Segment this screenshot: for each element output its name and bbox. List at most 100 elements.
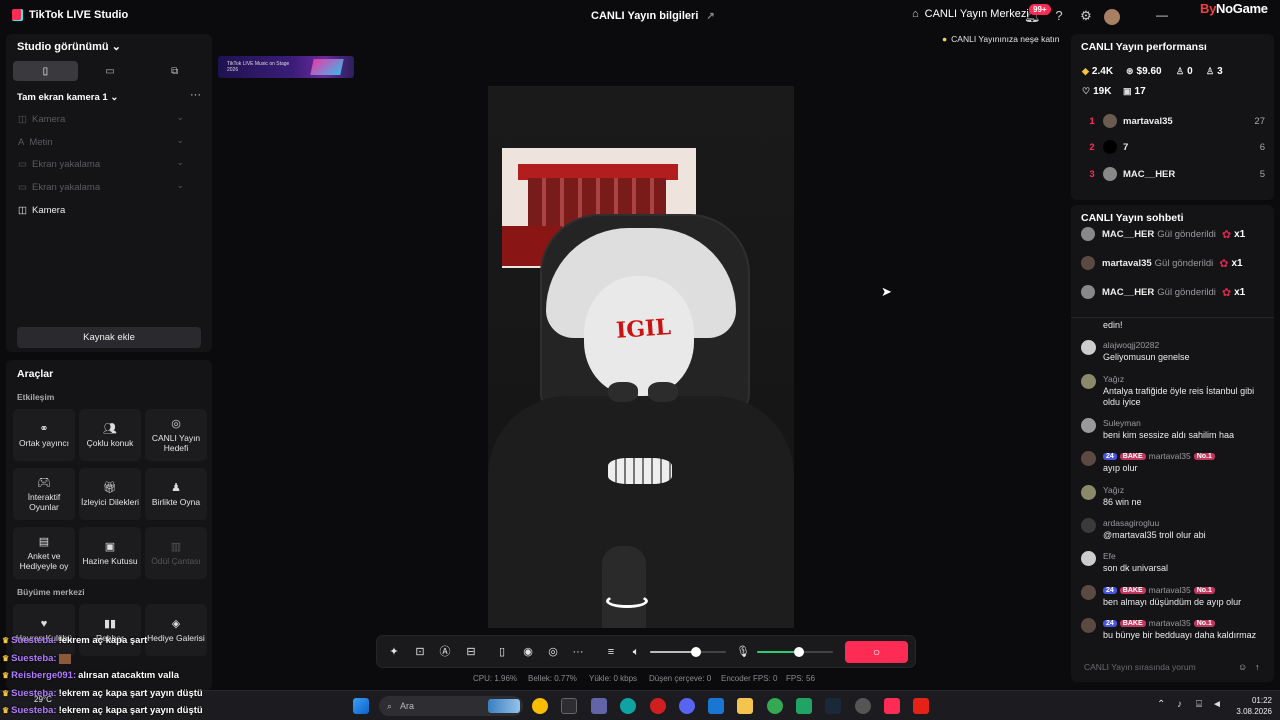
more-icon[interactable]: ··· xyxy=(570,644,586,660)
send-icon[interactable]: ↑ xyxy=(1255,662,1260,672)
scene-dropdown[interactable]: Tam ekran kamera 1 ⌄ xyxy=(17,92,118,103)
discord-icon[interactable] xyxy=(679,698,695,714)
help-icon[interactable]: ? xyxy=(1051,8,1067,24)
mic-tray-icon[interactable]: ♪ xyxy=(1177,699,1182,710)
landscape-icon: ▭ xyxy=(105,65,115,77)
store-icon[interactable] xyxy=(561,698,577,714)
stat-upload: Yükle: 0 kbps xyxy=(589,674,638,683)
windows-start-icon[interactable] xyxy=(353,698,369,714)
mask-eye-right xyxy=(648,382,678,402)
tool-play-together[interactable]: ♟ Birlikte Oyna xyxy=(145,468,207,520)
tool-guide[interactable]: ▮▮ Rehber xyxy=(79,604,141,656)
mixer-icon[interactable]: ≡ xyxy=(603,644,619,660)
taskbar-search[interactable]: ⌕ Ara xyxy=(379,696,523,716)
opera-icon[interactable] xyxy=(650,698,666,714)
stat-shares: ♙ 3 xyxy=(1206,66,1223,77)
microphone-icon[interactable]: 🎙︎ xyxy=(735,644,751,660)
source-item[interactable]: ▭ Ekran yakalama ⌄ xyxy=(18,156,184,172)
mask-text: IGIL xyxy=(615,314,672,344)
rank-value: 6 xyxy=(1259,141,1265,153)
record-icon[interactable]: ◉ xyxy=(520,644,536,660)
message-author-row: 24 BAKE martaval35 No.1 xyxy=(1103,451,1215,461)
edge-icon[interactable] xyxy=(620,698,636,714)
add-source-button[interactable]: Kaynak ekle xyxy=(17,327,201,348)
play-together-icon: ♟ xyxy=(171,482,181,494)
gift-count: x1 xyxy=(1231,257,1243,269)
speaker-icon[interactable]: 🔈︎ xyxy=(628,644,644,660)
tool-fan-club[interactable]: ♥ Hayran Kulübü xyxy=(13,604,75,656)
phone-icon: ▯ xyxy=(42,65,49,77)
tool-poll[interactable]: ▤ Anket ve Hediyeyle oy xyxy=(13,527,75,579)
tip-hint[interactable]: ● CANLI Yayınınıza neşe katın xyxy=(942,34,1060,44)
emoji-icon[interactable]: ☺ xyxy=(1238,662,1247,672)
chrome-icon[interactable] xyxy=(532,698,548,714)
live-center-button[interactable]: ⌂ CANLI Yayın Merkezi xyxy=(912,8,1029,20)
gamepad-icon: 🎮︎ xyxy=(37,477,51,489)
chevron-up-icon[interactable]: ⌃ xyxy=(1157,699,1165,710)
ranking-row[interactable]: 3 MAC__HER 5 xyxy=(1081,165,1265,183)
teams-icon[interactable] xyxy=(591,698,607,714)
level-badge: 24 xyxy=(1103,586,1117,594)
live-info-button[interactable]: CANLI Yayın bilgileri ↗ xyxy=(591,10,715,22)
mic-volume-slider[interactable] xyxy=(757,647,833,657)
effects-icon[interactable]: Ⓐ xyxy=(437,644,453,660)
tool-multi-guest[interactable]: 👥︎ Çoklu konuk xyxy=(79,409,141,461)
folder-icon[interactable] xyxy=(737,698,753,714)
magic-wand-icon[interactable]: ✦ xyxy=(386,644,402,660)
source-label: Kamera xyxy=(31,204,66,216)
mail-icon[interactable] xyxy=(708,698,724,714)
ranking-row[interactable]: 2 7 6 xyxy=(1081,138,1265,156)
camera-preview[interactable]: IGIL xyxy=(488,86,794,628)
ranking-row[interactable]: 1 martaval35 27 xyxy=(1081,112,1265,130)
obs-icon[interactable] xyxy=(855,698,871,714)
tool-treasure-box[interactable]: ▣ Hazine Kutusu xyxy=(79,527,141,579)
gift-sender: MAC__HER xyxy=(1102,286,1155,298)
chrome-alt-icon[interactable] xyxy=(767,698,783,714)
overlay-text: !ekrem aç kapa şart yayın düştü xyxy=(58,705,203,716)
message-author: martaval35 xyxy=(1148,618,1191,628)
network-icon[interactable]: ⌸ xyxy=(1196,699,1202,710)
rose-icon: ✿ xyxy=(1221,286,1232,299)
avatar xyxy=(1081,256,1095,270)
source-item[interactable]: ◫ Kamera xyxy=(18,202,184,218)
event-banner[interactable]: TikTok LIVE Music on Stage 2026 xyxy=(218,56,354,78)
settings-icon[interactable]: ⚙ xyxy=(1078,8,1094,24)
camera-toggle-icon[interactable]: ◎ xyxy=(545,644,561,660)
go-live-button[interactable]: ○ xyxy=(845,641,908,663)
tool-live-goal[interactable]: ◎ CANLI Yayın Hedefi xyxy=(145,409,207,461)
chevron-down-icon: ⌄ xyxy=(110,92,119,103)
avatar xyxy=(1081,551,1096,566)
youtube-icon[interactable] xyxy=(913,698,929,714)
phone-icon[interactable]: ▯ xyxy=(494,644,510,660)
speaker-volume-slider[interactable] xyxy=(650,647,726,657)
rank-badge: No.1 xyxy=(1193,586,1215,594)
steam-icon[interactable] xyxy=(825,698,841,714)
studio-view-dropdown[interactable]: Studio görünümü ⌄ xyxy=(17,40,121,53)
screen-share-icon[interactable]: ⊟ xyxy=(463,644,479,660)
guide-icon: ▮▮ xyxy=(103,618,117,630)
tool-interactive-games[interactable]: 🎮︎ İnteraktif Oyunlar xyxy=(13,468,75,520)
chevron-down-icon: ⌄ xyxy=(176,180,184,190)
tool-viewer-wishes[interactable]: 🎁︎ İzleyici Dilekleri xyxy=(79,468,141,520)
mic-volume-knob[interactable] xyxy=(794,647,804,657)
tool-co-host[interactable]: ⚭ Ortak yayıncı xyxy=(13,409,75,461)
chat-input[interactable]: CANLI Yayın sırasında yorum ☺ ↑ xyxy=(1077,658,1268,676)
avatar xyxy=(1081,485,1096,500)
landscape-view-tab[interactable]: ▭ xyxy=(78,61,143,81)
dual-view-tab[interactable]: ⧉ xyxy=(142,61,207,81)
portrait-view-tab[interactable]: ▯ xyxy=(13,61,78,81)
clock[interactable]: 01:22 3.08.2026 xyxy=(1220,695,1272,717)
crop-icon[interactable]: ⊡ xyxy=(412,644,428,660)
tool-gift-gallery[interactable]: ◈ Hediye Galerisi xyxy=(145,604,207,656)
avatar[interactable] xyxy=(1104,9,1120,25)
chat-placeholder: CANLI Yayın sırasında yorum xyxy=(1084,662,1196,672)
source-item[interactable]: ▭ Ekran yakalama ⌄ xyxy=(18,179,184,195)
speaker-volume-knob[interactable] xyxy=(691,647,701,657)
minimize-icon[interactable]: — xyxy=(1156,8,1168,22)
source-item[interactable]: ◫ Kamera ⌄ xyxy=(18,111,184,127)
source-item[interactable]: A Metin ⌄ xyxy=(18,134,184,150)
more-icon[interactable]: ··· xyxy=(190,89,201,101)
heart-icon: ♡ xyxy=(1082,86,1091,96)
tiktok-live-icon[interactable] xyxy=(884,698,900,714)
whatsapp-icon[interactable] xyxy=(796,698,812,714)
